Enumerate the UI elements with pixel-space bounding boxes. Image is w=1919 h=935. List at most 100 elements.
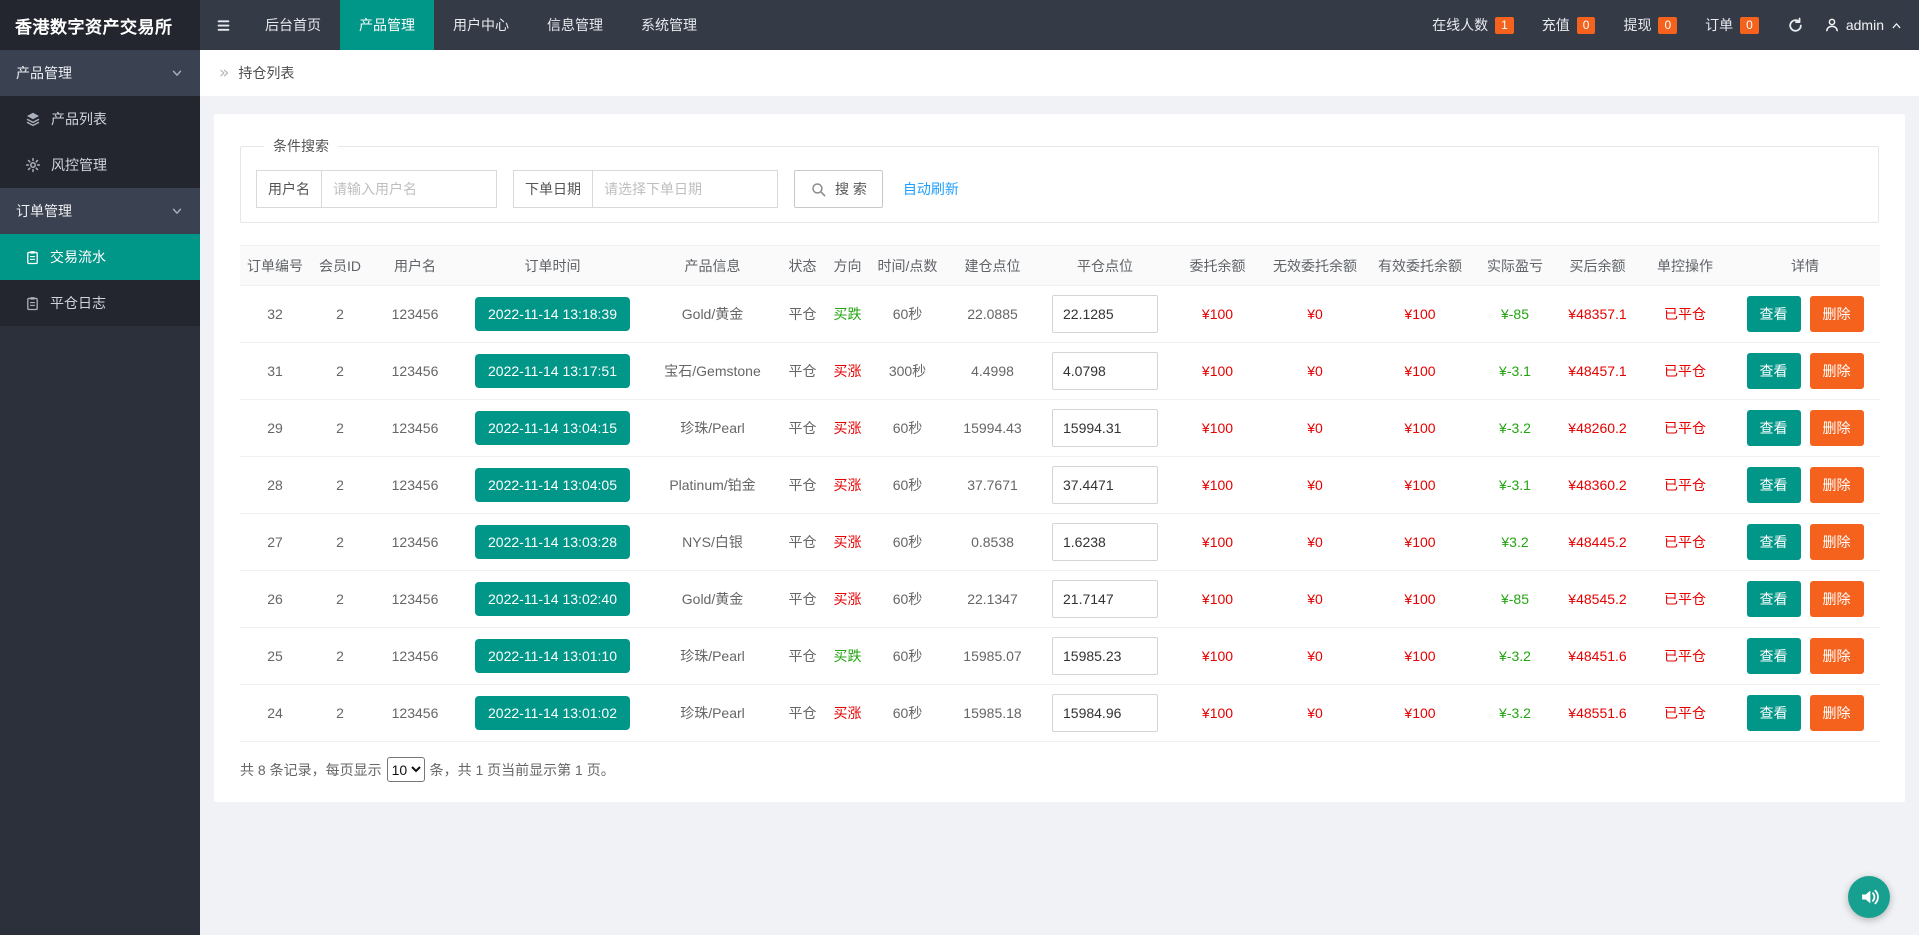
column-header: 订单时间: [460, 246, 645, 286]
control-status: 已平仓: [1664, 477, 1706, 493]
order-time-button[interactable]: 2022-11-14 13:01:10: [475, 639, 630, 673]
delete-button[interactable]: 删除: [1810, 524, 1864, 560]
records-summary-prefix: 共 8 条记录，每页显示: [240, 760, 382, 780]
nav-tab-info-management[interactable]: 信息管理: [528, 0, 622, 50]
delete-button[interactable]: 删除: [1810, 581, 1864, 617]
voice-broadcast-button[interactable]: [1848, 876, 1890, 918]
nav-tab-product-management[interactable]: 产品管理: [340, 0, 434, 50]
duration: 300秒: [889, 363, 926, 379]
member-id: 2: [336, 420, 344, 436]
stat-label: 订单: [1705, 15, 1733, 35]
volume-icon: [1858, 886, 1880, 908]
entrust-balance: ¥100: [1202, 534, 1233, 550]
close-point-input[interactable]: [1052, 523, 1158, 561]
user-menu[interactable]: admin: [1824, 17, 1903, 33]
sidebar-group-order-management[interactable]: 订单管理: [0, 188, 200, 234]
order-time-button[interactable]: 2022-11-14 13:04:05: [475, 468, 630, 502]
view-button[interactable]: 查看: [1747, 296, 1801, 332]
delete-button[interactable]: 删除: [1810, 353, 1864, 389]
username: 123456: [392, 420, 439, 436]
order-id: 28: [267, 477, 283, 493]
actual-pnl: ¥3.2: [1501, 534, 1528, 550]
order-time-button[interactable]: 2022-11-14 13:04:15: [475, 411, 630, 445]
order-date-input[interactable]: [592, 170, 778, 208]
entrust-balance: ¥100: [1202, 306, 1233, 322]
column-header: 买后余额: [1555, 246, 1640, 286]
sidebar-item-close-position-log[interactable]: 平仓日志: [0, 280, 200, 326]
order-time-button[interactable]: 2022-11-14 13:03:28: [475, 525, 630, 559]
column-header: 订单编号: [240, 246, 310, 286]
view-button[interactable]: 查看: [1747, 581, 1801, 617]
valid-entrust-balance: ¥100: [1404, 534, 1435, 550]
nav-tab-user-center[interactable]: 用户中心: [434, 0, 528, 50]
delete-button[interactable]: 删除: [1810, 638, 1864, 674]
close-point-input[interactable]: [1052, 352, 1158, 390]
delete-button[interactable]: 删除: [1810, 695, 1864, 731]
order-time-button[interactable]: 2022-11-14 13:02:40: [475, 582, 630, 616]
sidebar-item-label: 产品列表: [51, 109, 107, 129]
view-button[interactable]: 查看: [1747, 410, 1801, 446]
position-row: 32 2 123456 2022-11-14 13:18:39 Gold/黄金 …: [240, 286, 1880, 343]
order-time-button[interactable]: 2022-11-14 13:01:02: [475, 696, 630, 730]
close-point-input[interactable]: [1052, 637, 1158, 675]
sidebar-item-trade-flow[interactable]: 交易流水: [0, 234, 200, 280]
nav-tab-system-management[interactable]: 系统管理: [622, 0, 716, 50]
control-status: 已平仓: [1664, 363, 1706, 379]
username-input[interactable]: [321, 170, 497, 208]
position-row: 28 2 123456 2022-11-14 13:04:05 Platinum…: [240, 457, 1880, 514]
sidebar-toggle-button[interactable]: [200, 0, 246, 50]
column-header: 平仓点位: [1040, 246, 1170, 286]
close-point-input[interactable]: [1052, 295, 1158, 333]
valid-entrust-balance: ¥100: [1404, 363, 1435, 379]
navbar-stat-online-count[interactable]: 在线人数 1: [1432, 15, 1514, 35]
after-buy-balance: ¥48357.1: [1568, 306, 1626, 322]
valid-entrust-balance: ¥100: [1404, 477, 1435, 493]
navbar-stat-recharge[interactable]: 充值 0: [1542, 15, 1596, 35]
view-button[interactable]: 查看: [1747, 524, 1801, 560]
sidebar-item-product-list[interactable]: 产品列表: [0, 96, 200, 142]
open-point: 37.7671: [967, 477, 1018, 493]
search-button[interactable]: 搜 索: [794, 170, 883, 208]
open-point: 15985.18: [963, 705, 1021, 721]
username: 123456: [392, 534, 439, 550]
invalid-entrust-balance: ¥0: [1307, 591, 1323, 607]
actual-pnl: ¥-3.2: [1499, 705, 1531, 721]
order-time-button[interactable]: 2022-11-14 13:17:51: [475, 354, 630, 388]
product-info: 宝石/Gemstone: [664, 363, 760, 379]
position-row: 24 2 123456 2022-11-14 13:01:02 珍珠/Pearl…: [240, 685, 1880, 742]
refresh-button[interactable]: [1787, 17, 1804, 34]
close-point-input[interactable]: [1052, 694, 1158, 732]
actual-pnl: ¥-3.1: [1499, 363, 1531, 379]
sidebar-item-risk-management[interactable]: 风控管理: [0, 142, 200, 188]
positions-card: 条件搜索 用户名 下单日期 搜 索 自动刷新: [214, 114, 1905, 802]
duration: 60秒: [893, 420, 923, 436]
view-button[interactable]: 查看: [1747, 638, 1801, 674]
delete-button[interactable]: 删除: [1810, 410, 1864, 446]
actual-pnl: ¥-3.2: [1499, 648, 1531, 664]
invalid-entrust-balance: ¥0: [1307, 306, 1323, 322]
search-row: 用户名 下单日期 搜 索 自动刷新: [256, 170, 1863, 208]
column-header: 实际盈亏: [1475, 246, 1555, 286]
nav-tab-dashboard-home[interactable]: 后台首页: [246, 0, 340, 50]
online-count-badge: 1: [1495, 17, 1514, 34]
delete-button[interactable]: 删除: [1810, 467, 1864, 503]
member-id: 2: [336, 534, 344, 550]
view-button[interactable]: 查看: [1747, 353, 1801, 389]
control-status: 已平仓: [1664, 306, 1706, 322]
navbar-stat-withdraw[interactable]: 提现 0: [1623, 15, 1677, 35]
close-point-input[interactable]: [1052, 409, 1158, 447]
recharge-badge: 0: [1577, 17, 1596, 34]
view-button[interactable]: 查看: [1747, 467, 1801, 503]
close-point-input[interactable]: [1052, 466, 1158, 504]
main-area: » 持仓列表 条件搜索 用户名 下单日期 搜 索: [200, 50, 1919, 935]
page-size-select[interactable]: 10: [387, 757, 425, 782]
close-point-input[interactable]: [1052, 580, 1158, 618]
navbar-stat-orders[interactable]: 订单 0: [1705, 15, 1759, 35]
order-time-button[interactable]: 2022-11-14 13:18:39: [475, 297, 630, 331]
auto-refresh-link[interactable]: 自动刷新: [903, 179, 959, 199]
stat-label: 提现: [1623, 15, 1651, 35]
view-button[interactable]: 查看: [1747, 695, 1801, 731]
sidebar-group-product-management[interactable]: 产品管理: [0, 50, 200, 96]
delete-button[interactable]: 删除: [1810, 296, 1864, 332]
column-header: 详情: [1730, 246, 1880, 286]
